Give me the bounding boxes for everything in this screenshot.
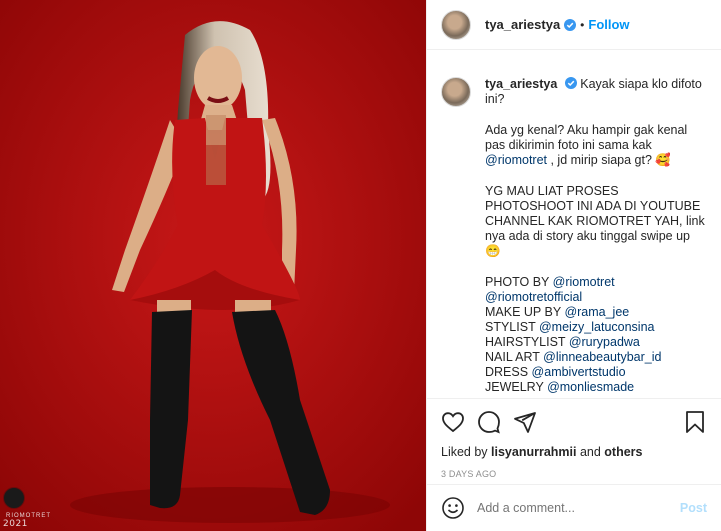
- watermark-logo: [3, 487, 25, 509]
- comment-icon[interactable]: [477, 410, 501, 434]
- credit-label: STYLIST: [485, 320, 539, 334]
- caption-comment: tya_ariestya Kayak siapa klo difoto ini?…: [441, 77, 707, 395]
- credit-line: MAKE UP BY @rama_jee: [485, 305, 705, 320]
- watermark-year: 2021: [3, 519, 28, 529]
- caption-credits: PHOTO BY @riomotret @riomotretofficial MAK…: [485, 275, 705, 395]
- caption-paragraph-2: Ada yg kenal? Aku hampir gak kenal pas d…: [485, 123, 705, 168]
- avatar[interactable]: [441, 9, 471, 40]
- liked-by-user[interactable]: lisyanurrahmii: [491, 445, 576, 459]
- caption-scroll-area[interactable]: tya_ariestya Kayak siapa klo difoto ini?…: [427, 51, 721, 397]
- credit-label: NAIL ART: [485, 350, 544, 364]
- likes-middle: and: [576, 445, 605, 459]
- emoji-icon[interactable]: [441, 496, 465, 520]
- post-timestamp[interactable]: 3 DAYS AGO: [441, 469, 707, 479]
- caption-body: tya_ariestya Kayak siapa klo difoto ini?…: [485, 77, 705, 395]
- post-side-panel: tya_ariestya • Follow tya_ariestya Kayak…: [426, 0, 721, 531]
- comment-input[interactable]: [477, 501, 680, 515]
- credit-label: DRESS: [485, 365, 532, 379]
- verified-badge-icon: [564, 18, 577, 31]
- header-username[interactable]: tya_ariestya: [485, 17, 560, 32]
- caption-username[interactable]: tya_ariestya: [485, 77, 557, 91]
- separator-dot: •: [580, 17, 585, 32]
- credit-line: HAIRSTYLIST @rurypadwa: [485, 335, 705, 350]
- caption-p2-text: Ada yg kenal? Aku hampir gak kenal pas d…: [485, 123, 688, 152]
- credit-label: MAKE UP BY: [485, 305, 565, 319]
- credit-mention[interactable]: @rurypadwa: [569, 335, 640, 349]
- credit-mention[interactable]: @monliesmade: [547, 380, 634, 394]
- credit-line: NAIL ART @linneabeautybar_id: [485, 350, 705, 365]
- credit-line: JEWELRY @monliesmade: [485, 380, 705, 395]
- credit-mention[interactable]: @riomotret: [553, 275, 615, 289]
- instagram-post: RIOMOTRET 2021 tya_ariestya • Follow tya…: [0, 0, 721, 531]
- post-photo[interactable]: RIOMOTRET 2021: [0, 0, 426, 531]
- post-header: tya_ariestya • Follow: [427, 0, 721, 50]
- action-icons: [441, 409, 707, 435]
- heart-icon[interactable]: [441, 410, 465, 434]
- credit-mention[interactable]: @ambivertstudio: [532, 365, 626, 379]
- credit-line: STYLIST @meizy_latuconsina: [485, 320, 705, 335]
- caption-paragraph-3: YG MAU LIAT PROSES PHOTOSHOOT INI ADA DI…: [485, 184, 705, 258]
- likes-prefix: Liked by: [441, 445, 492, 459]
- credit-mention[interactable]: @linneabeautybar_id: [543, 350, 661, 364]
- post-comment-button[interactable]: Post: [680, 501, 707, 515]
- credit-mention[interactable]: @riomotretofficial: [485, 290, 582, 304]
- bookmark-icon[interactable]: [683, 410, 707, 434]
- credit-label: PHOTO BY: [485, 275, 553, 289]
- credit-line: DRESS @ambivertstudio: [485, 365, 705, 380]
- credit-mention[interactable]: @rama_jee: [564, 305, 629, 319]
- verified-badge-icon: [564, 77, 577, 89]
- share-icon[interactable]: [513, 410, 537, 434]
- photo-illustration: [0, 0, 426, 531]
- credit-label: JEWELRY: [485, 380, 548, 394]
- caption-p2-tail: , jd mirip siapa gt? 🥰: [547, 153, 671, 167]
- caption-intro: tya_ariestya Kayak siapa klo difoto ini?: [485, 77, 705, 107]
- follow-button[interactable]: Follow: [588, 17, 629, 32]
- credit-line: PHOTO BY @riomotret: [485, 275, 705, 290]
- post-actions: Liked by lisyanurrahmii and others 3 DAY…: [427, 398, 721, 483]
- likes-others[interactable]: others: [604, 445, 642, 459]
- caption-avatar[interactable]: [441, 77, 471, 107]
- comment-bar: Post: [427, 484, 721, 531]
- credit-mention[interactable]: @meizy_latuconsina: [539, 320, 655, 334]
- mention-link[interactable]: @riomotret: [485, 153, 547, 167]
- likes-summary: Liked by lisyanurrahmii and others: [441, 445, 707, 459]
- credit-label: HAIRSTYLIST: [485, 335, 569, 349]
- credit-line: @riomotretofficial: [485, 290, 705, 305]
